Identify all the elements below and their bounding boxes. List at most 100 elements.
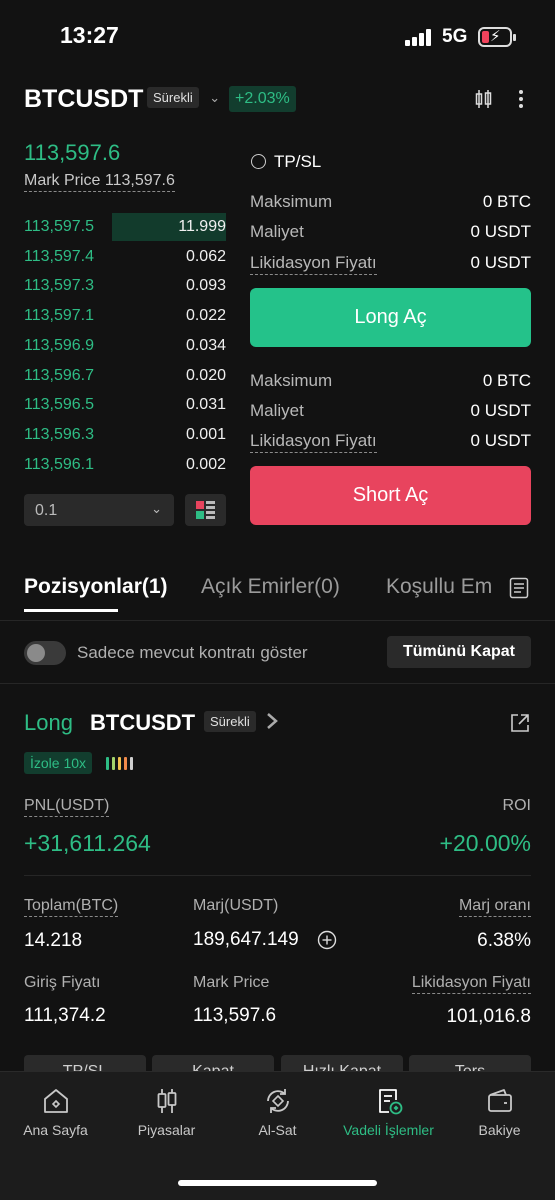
order-book-row[interactable]: 113,596.5 0.031 [24, 391, 226, 419]
short-max-row: Maksimum 0 BTC [250, 371, 531, 393]
order-book-price: 113,596.1 [24, 455, 94, 473]
mark-price-value: 113,597.6 [104, 172, 175, 189]
long-max-row: Maksimum 0 BTC [250, 192, 531, 214]
contract-type-selector[interactable]: Sürekli ⌄ [147, 87, 221, 108]
short-liq-row: Likidasyon Fiyatı 0 USDT [250, 431, 531, 453]
nav-home-label: Ana Sayfa [23, 1122, 88, 1138]
order-book-quantity: 0.001 [185, 425, 226, 443]
long-liq-row: Likidasyon Fiyatı 0 USDT [250, 253, 531, 275]
short-max-value: 0 BTC [482, 371, 531, 390]
total-size-label[interactable]: Toplam(BTC) [24, 897, 119, 917]
nav-markets[interactable]: Piyasalar [111, 1086, 222, 1138]
mark-price-label: Mark Price [24, 172, 101, 189]
order-history-icon[interactable] [509, 577, 529, 604]
change-badge: +2.03% [229, 86, 296, 112]
current-contract-label: Sadece mevcut kontratı göster [77, 643, 308, 662]
position-symbol[interactable]: BTCUSDT [90, 710, 195, 736]
candles-icon [157, 1089, 176, 1113]
chevron-down-icon: ⌄ [151, 501, 162, 516]
order-book-row[interactable]: 113,597.5 11.999 [24, 213, 226, 241]
trade-icon [266, 1089, 289, 1113]
order-book-row[interactable]: 113,596.1 0.002 [24, 451, 226, 479]
mark-price[interactable]: Mark Price 113,597.6 [24, 172, 175, 192]
pnl-label[interactable]: PNL(USDT) [24, 797, 110, 817]
position-contract-badge: Sürekli [204, 711, 256, 732]
divider [0, 620, 555, 621]
more-options-icon[interactable] [514, 88, 528, 115]
position-side: Long [24, 710, 73, 735]
long-liq-label[interactable]: Likidasyon Fiyatı [250, 253, 377, 275]
nav-futures-label: Vadeli İşlemler [343, 1122, 434, 1138]
chevron-down-icon: ⌄ [209, 90, 221, 105]
position-liq-price-label[interactable]: Likidasyon Fiyatı [411, 974, 531, 994]
tpsl-label[interactable]: TP/SL [274, 152, 321, 172]
tpsl-radio[interactable] [251, 154, 266, 169]
long-max-label: Maksimum [250, 192, 333, 211]
wallet-icon [487, 1089, 512, 1112]
tab-conditional-orders[interactable]: Koşullu Em [386, 575, 492, 599]
active-tab-indicator [24, 609, 118, 612]
chevron-right-icon[interactable] [265, 710, 279, 738]
order-book-layout-icon [196, 501, 215, 519]
order-book-price: 113,597.5 [24, 218, 94, 235]
nav-trade[interactable]: Al-Sat [222, 1086, 333, 1138]
long-cost-label: Maliyet [250, 222, 304, 241]
order-book-quantity: 0.034 [185, 336, 226, 354]
order-book-row[interactable]: 113,596.9 0.034 [24, 332, 226, 360]
precision-select[interactable]: 0.1 ⌄ [24, 494, 174, 526]
contract-type-badge: Sürekli [147, 87, 199, 108]
current-contract-toggle[interactable] [24, 641, 66, 665]
order-book-price: 113,596.3 [24, 425, 94, 443]
order-book-price: 113,596.5 [24, 396, 94, 414]
nav-trade-label: Al-Sat [258, 1122, 297, 1138]
divider [24, 875, 531, 876]
nav-home[interactable]: Ana Sayfa [0, 1086, 111, 1138]
long-liq-value: 0 USDT [470, 253, 531, 272]
nav-wallet[interactable]: Bakiye [444, 1086, 555, 1138]
order-book-layout-button[interactable] [185, 494, 226, 526]
order-book-row[interactable]: 113,597.1 0.022 [24, 302, 226, 330]
margin-mode-badge[interactable]: İzole 10x [24, 752, 93, 774]
order-book-price: 113,596.7 [24, 366, 94, 384]
order-book-row[interactable]: 113,597.3 0.093 [24, 272, 226, 300]
tab-positions[interactable]: Pozisyonlar(1) [24, 575, 168, 599]
short-liq-label[interactable]: Likidasyon Fiyatı [250, 431, 377, 453]
roi-value: +20.00% [439, 830, 531, 856]
margin-ratio-value: 6.38% [477, 930, 531, 951]
tab-open-orders[interactable]: Açık Emirler(0) [201, 575, 340, 599]
precision-value: 0.1 [35, 502, 58, 519]
long-max-value: 0 BTC [482, 192, 531, 211]
long-cost-row: Maliyet 0 USDT [250, 222, 531, 244]
open-short-button[interactable]: Short Aç [250, 466, 531, 525]
order-book-quantity: 0.002 [185, 455, 226, 473]
margin-ratio-label[interactable]: Marj oranı [458, 897, 531, 917]
nav-wallet-label: Bakiye [478, 1122, 521, 1138]
order-book-price: 113,597.3 [24, 277, 94, 295]
nav-futures[interactable]: Vadeli İşlemler [333, 1086, 444, 1138]
futures-icon [378, 1089, 402, 1115]
long-cost-value: 0 USDT [470, 222, 531, 241]
order-book-quantity: 0.020 [185, 366, 226, 384]
entry-price-value: 111,374.2 [24, 1005, 106, 1026]
short-cost-label: Maliyet [250, 401, 304, 420]
close-all-button[interactable]: Tümünü Kapat [387, 636, 531, 668]
short-max-label: Maksimum [250, 371, 333, 390]
pnl-value: +31,611.264 [24, 830, 151, 856]
share-icon[interactable] [509, 712, 531, 739]
order-book-row[interactable]: 113,596.3 0.001 [24, 421, 226, 449]
signal-icon [405, 28, 433, 46]
last-price: 113,597.6 [24, 140, 121, 165]
order-book-row[interactable]: 113,596.7 0.020 [24, 362, 226, 390]
short-liq-value: 0 USDT [470, 431, 531, 450]
add-margin-icon[interactable] [317, 930, 337, 955]
open-long-button[interactable]: Long Aç [250, 288, 531, 347]
order-book-row[interactable]: 113,597.4 0.062 [24, 243, 226, 271]
symbol-title[interactable]: BTCUSDT [24, 85, 143, 114]
order-book-quantity: 0.062 [185, 247, 226, 265]
position-mark-price-value: 113,597.6 [193, 1005, 277, 1026]
total-size-value: 14.218 [24, 930, 83, 951]
battery-icon: ⚡ [478, 27, 516, 47]
candlestick-chart-icon[interactable] [475, 88, 493, 115]
nav-markets-label: Piyasalar [137, 1122, 196, 1138]
position-liq-price-value: 101,016.8 [446, 1006, 531, 1027]
